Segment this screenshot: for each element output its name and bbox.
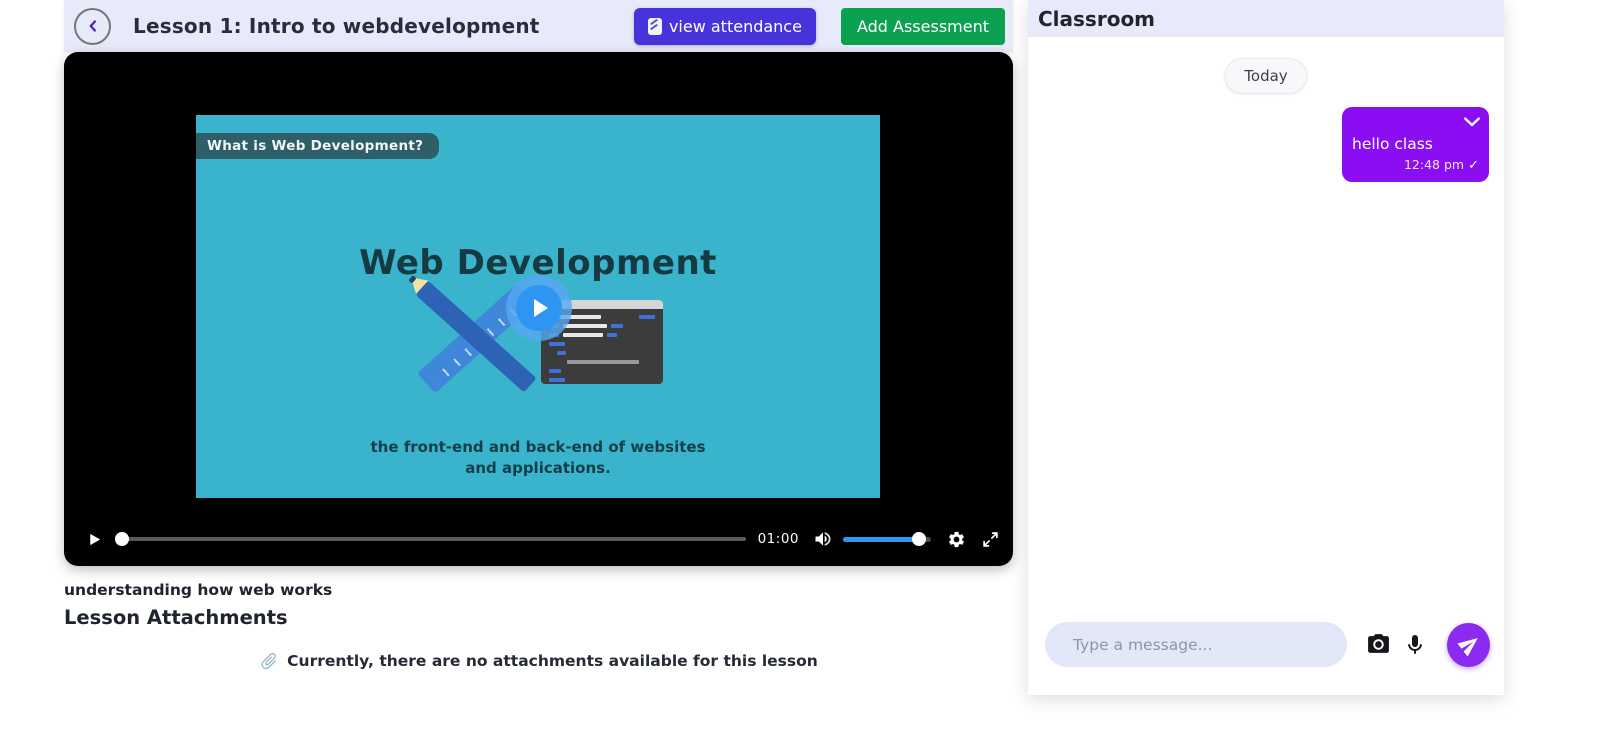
chat-header: Classroom (1028, 0, 1504, 37)
message-text: hello class (1352, 135, 1479, 153)
lesson-section: Lesson 1: Intro to webdevelopment view a… (64, 0, 1013, 671)
no-attachments-text: Currently, there are no attachments avai… (287, 652, 818, 670)
video-caption: the front-end and back-end of websites a… (196, 437, 880, 479)
send-icon (1454, 628, 1485, 659)
read-receipt-icon: ✓ (1468, 158, 1479, 173)
camera-icon (1366, 632, 1391, 657)
add-assessment-label: Add Assessment (857, 17, 989, 36)
message-options-chevron-icon[interactable] (1463, 113, 1481, 132)
big-play-button[interactable] (506, 275, 572, 341)
settings-button[interactable] (947, 530, 966, 549)
progress-bar[interactable] (117, 532, 746, 546)
microphone-icon (1403, 633, 1427, 657)
send-button[interactable] (1447, 623, 1490, 667)
play-icon (516, 285, 562, 331)
message-meta: 12:48 pm ✓ (1352, 157, 1479, 173)
no-attachments-note: Currently, there are no attachments avai… (64, 651, 1013, 671)
chat-title: Classroom (1038, 7, 1155, 31)
page: Lesson 1: Intro to webdevelopment view a… (0, 0, 1600, 746)
progress-thumb[interactable] (115, 532, 129, 546)
lesson-header: Lesson 1: Intro to webdevelopment view a… (64, 0, 1013, 52)
attachments-heading: Lesson Attachments (64, 606, 1013, 629)
volume-thumb[interactable] (912, 532, 926, 546)
message-input[interactable] (1045, 622, 1347, 667)
lesson-description: understanding how web works (64, 581, 1013, 599)
video-thumbnail: What is Web Development? Web Development (196, 115, 880, 498)
video-player[interactable]: What is Web Development? Web Development (64, 52, 1013, 566)
volume-button[interactable] (813, 529, 833, 549)
view-attendance-button[interactable]: view attendance (634, 8, 816, 45)
volume-slider[interactable] (843, 532, 931, 546)
fullscreen-icon (982, 531, 999, 548)
paperclip-icon (255, 647, 283, 675)
note-icon (648, 18, 662, 35)
volume-fill (843, 537, 922, 542)
fullscreen-button[interactable] (982, 531, 999, 548)
chat-message-area: Today hello class 12:48 pm ✓ (1028, 37, 1504, 631)
chat-message-bubble: hello class 12:48 pm ✓ (1342, 107, 1489, 182)
lesson-title: Lesson 1: Intro to webdevelopment (133, 14, 540, 38)
gear-icon (947, 530, 966, 549)
microphone-button[interactable] (1403, 633, 1427, 657)
play-button[interactable] (86, 531, 103, 548)
chevron-left-icon (84, 17, 102, 35)
date-separator: Today (1224, 58, 1307, 94)
classroom-chat-panel: Classroom Today hello class 12:48 pm ✓ (1028, 0, 1504, 695)
message-time: 12:48 pm (1404, 157, 1464, 172)
video-controls: 01:00 (78, 521, 999, 557)
add-assessment-button[interactable]: Add Assessment (841, 8, 1005, 45)
view-attendance-label: view attendance (669, 17, 802, 36)
back-button[interactable] (74, 8, 111, 45)
chat-input-row (1028, 612, 1504, 695)
speaker-icon (813, 529, 833, 549)
camera-button[interactable] (1366, 632, 1391, 657)
video-topic-badge: What is Web Development? (196, 133, 439, 159)
video-time: 01:00 (758, 531, 799, 547)
